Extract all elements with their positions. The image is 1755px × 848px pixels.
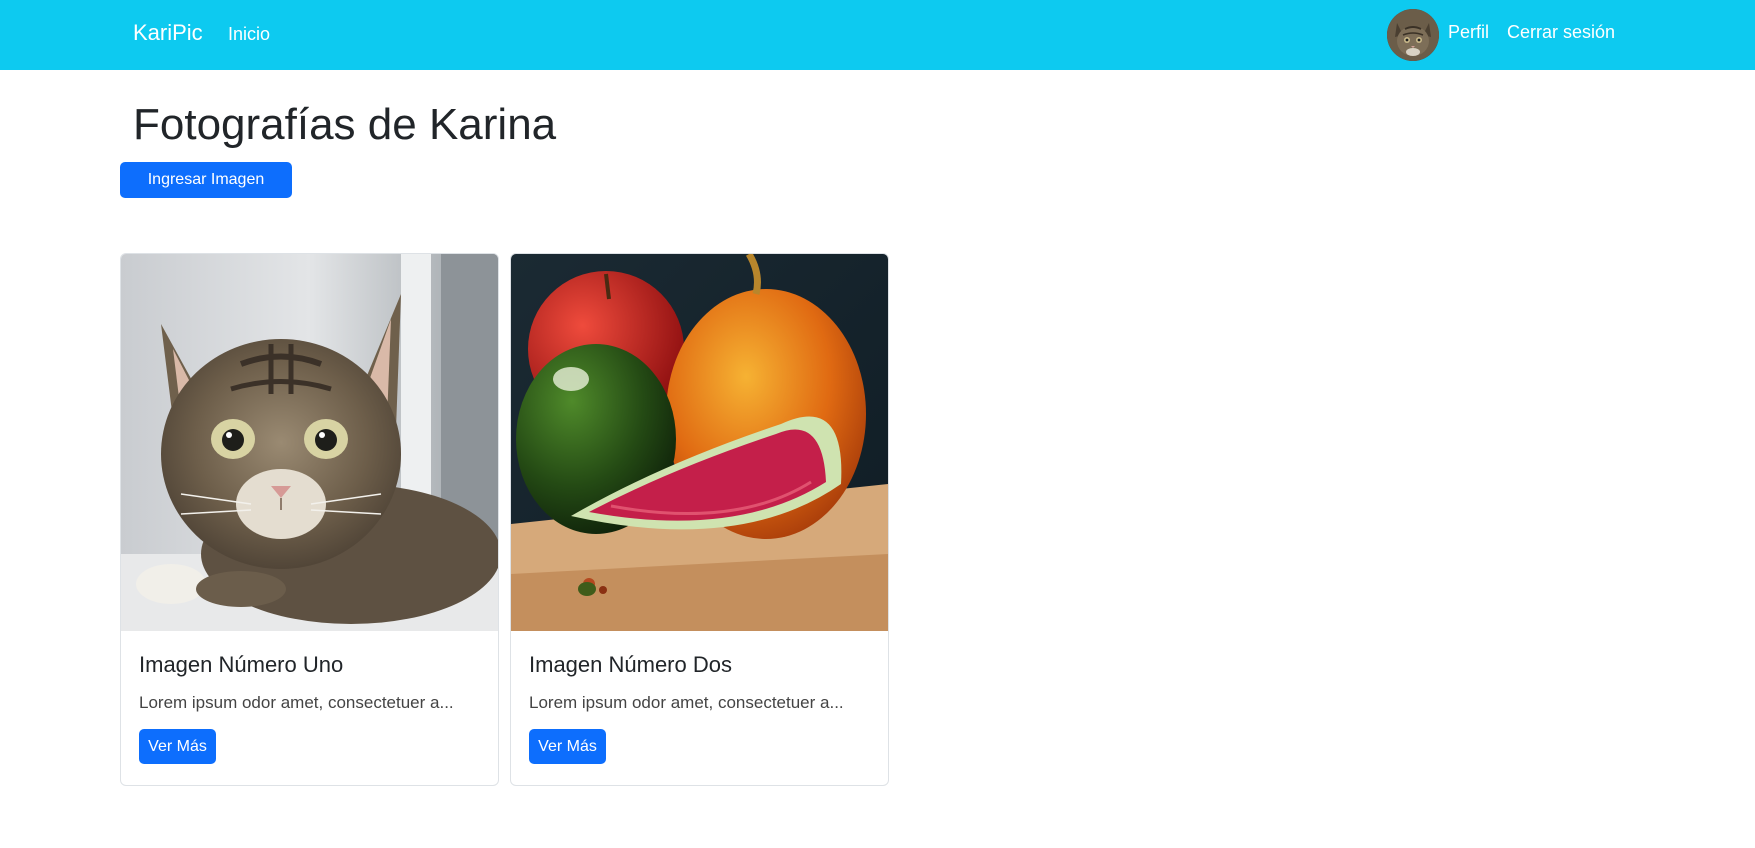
- cat-avatar-image: [1387, 9, 1439, 61]
- card-text: Lorem ipsum odor amet, consectetuer a...: [139, 693, 454, 712]
- brand-link[interactable]: KariPic: [133, 20, 203, 46]
- avatar[interactable]: [1387, 9, 1439, 61]
- nav-link-perfil[interactable]: Perfil: [1448, 22, 1489, 43]
- card-title: Imagen Número Dos: [529, 652, 732, 677]
- fruits-photo: [511, 254, 888, 631]
- navbar: KariPic Inicio Perfil Cerrar sesión: [0, 0, 1755, 70]
- nav-link-cerrar-sesion[interactable]: Cerrar sesión: [1507, 22, 1615, 43]
- card-text: Lorem ipsum odor amet, consectetuer a...: [529, 693, 844, 712]
- page-title: Fotografías de Karina: [133, 100, 557, 149]
- card-image-kitten[interactable]: [121, 254, 498, 631]
- upload-image-button[interactable]: Ingresar Imagen: [120, 162, 292, 198]
- image-card-1: Imagen Número Uno Lorem ipsum odor amet,…: [120, 253, 499, 786]
- image-card-2: Imagen Número Dos Lorem ipsum odor amet,…: [510, 253, 889, 786]
- card-title: Imagen Número Uno: [139, 652, 344, 677]
- nav-link-inicio[interactable]: Inicio: [228, 24, 270, 45]
- kitten-photo: [121, 254, 498, 631]
- card-image-fruits[interactable]: [511, 254, 888, 631]
- see-more-button[interactable]: Ver Más: [139, 729, 216, 764]
- see-more-button[interactable]: Ver Más: [529, 729, 606, 764]
